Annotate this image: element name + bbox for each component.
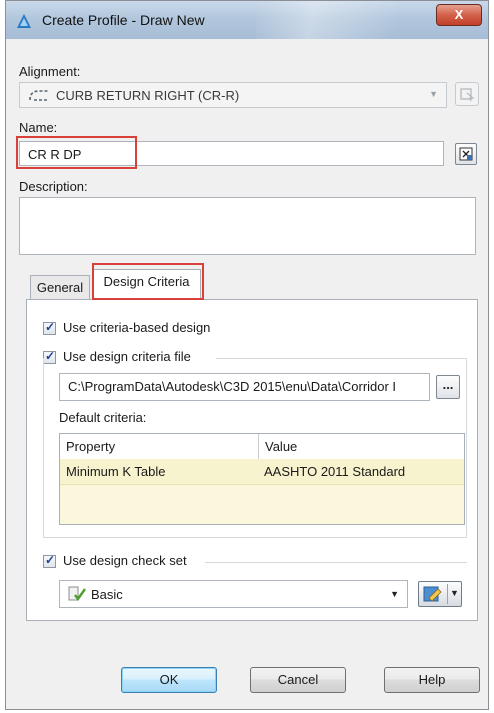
- description-field[interactable]: [19, 197, 476, 255]
- chevron-down-icon: ▼: [390, 589, 399, 599]
- alignment-value: CURB RETURN RIGHT (CR-R): [56, 88, 240, 103]
- name-highlight-box: [16, 136, 137, 169]
- close-button[interactable]: X: [436, 4, 482, 26]
- row-value[interactable]: AASHTO 2011 Standard: [264, 464, 405, 479]
- default-criteria-label: Default criteria:: [59, 410, 147, 425]
- name-label: Name:: [19, 120, 58, 135]
- split-separator: [447, 584, 448, 604]
- design-criteria-highlight-box: [92, 263, 204, 300]
- row-property: Minimum K Table: [66, 464, 166, 479]
- column-separator: [258, 434, 259, 459]
- ok-button[interactable]: OK: [121, 667, 217, 693]
- use-criteria-checkbox[interactable]: [43, 320, 56, 335]
- civil3d-app-icon: [17, 14, 31, 28]
- window-title: Create Profile - Draw New: [42, 12, 205, 28]
- column-header-value[interactable]: Value: [265, 439, 297, 454]
- pick-from-drawing-icon: [460, 88, 475, 102]
- cancel-button[interactable]: Cancel: [250, 667, 346, 693]
- grid-header: Property Value: [60, 434, 464, 460]
- criteria-file-path-field[interactable]: C:\ProgramData\Autodesk\C3D 2015\enu\Dat…: [59, 373, 430, 401]
- chevron-down-icon[interactable]: ▼: [450, 588, 459, 598]
- ellipsis-icon: ...: [442, 377, 454, 392]
- check-set-icon: [68, 586, 86, 602]
- criteria-file-path: C:\ProgramData\Autodesk\C3D 2015\enu\Dat…: [68, 379, 397, 394]
- edit-pencil-icon: [423, 586, 442, 602]
- design-check-set-combobox[interactable]: Basic ▼: [59, 580, 408, 608]
- tab-general[interactable]: General: [30, 275, 90, 301]
- edit-check-set-button[interactable]: ▼: [418, 581, 462, 607]
- name-template-button[interactable]: [455, 143, 477, 165]
- use-design-check-set-label: Use design check set: [63, 553, 187, 568]
- chevron-down-icon: ▼: [429, 89, 438, 99]
- title-bar[interactable]: Create Profile - Draw New X: [6, 1, 488, 39]
- help-button[interactable]: Help: [384, 667, 480, 693]
- alignment-label: Alignment:: [19, 64, 81, 79]
- browse-button[interactable]: ...: [436, 375, 460, 399]
- pick-alignment-button[interactable]: [455, 82, 479, 106]
- check-set-value: Basic: [91, 587, 123, 602]
- check-set-group-line: [205, 562, 467, 563]
- create-profile-dialog: Create Profile - Draw New X Alignment: C…: [5, 0, 489, 710]
- use-design-check-set-checkbox[interactable]: [43, 553, 56, 568]
- alignment-combobox[interactable]: CURB RETURN RIGHT (CR-R) ▼: [19, 82, 447, 108]
- edit-name-template-icon: [459, 147, 473, 161]
- alignment-icon: [29, 90, 48, 101]
- table-row[interactable]: Minimum K Table AASHTO 2011 Standard: [60, 459, 464, 485]
- use-criteria-label: Use criteria-based design: [63, 320, 211, 335]
- default-criteria-grid: Property Value Minimum K Table AASHTO 20…: [59, 433, 465, 525]
- description-label: Description:: [19, 179, 88, 194]
- title-bar-glare: [256, 1, 396, 39]
- column-header-property[interactable]: Property: [66, 439, 115, 454]
- tab-general-label: General: [36, 280, 84, 295]
